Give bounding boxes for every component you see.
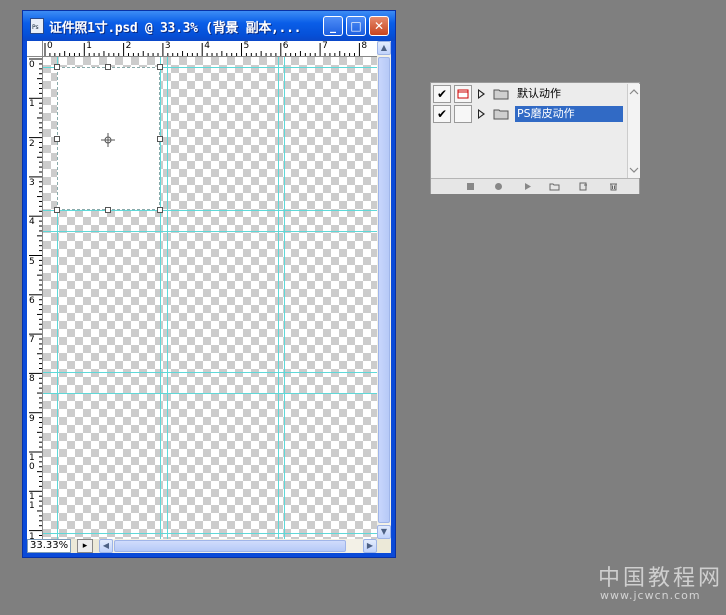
guide-vertical[interactable] [160, 57, 161, 539]
arrow-right-icon: ▶ [366, 541, 374, 550]
ruler-top[interactable]: 0 1 2 3 4 5 6 7 8 [43, 41, 377, 57]
ruler-number: 4 [204, 41, 210, 51]
ruler-number: 4 [29, 217, 35, 228]
guide-vertical[interactable] [278, 57, 279, 539]
ruler-number: 1 [86, 41, 93, 51]
guide-horizontal[interactable] [43, 372, 377, 373]
transform-handle[interactable] [157, 207, 163, 213]
panel-scrollbar[interactable] [627, 84, 640, 178]
transform-handle[interactable] [157, 64, 163, 70]
vertical-scrollbar[interactable]: ▲ ▼ [377, 41, 391, 539]
close-button[interactable]: ✕ [369, 16, 389, 36]
toggle-checkbox[interactable]: ✔ [433, 105, 451, 123]
checkmark-icon: ✔ [436, 107, 448, 121]
new-set-icon[interactable] [549, 182, 560, 191]
scroll-up-button[interactable]: ▲ [377, 41, 391, 55]
dialog-toggle[interactable] [454, 105, 472, 123]
ruler-number: 1 [29, 99, 35, 110]
ruler-number: 7 [322, 41, 328, 51]
close-icon: ✕ [373, 19, 385, 33]
zoom-input[interactable]: 33.33% [27, 539, 71, 553]
transform-handle[interactable] [54, 64, 60, 70]
scroll-right-button[interactable]: ▶ [363, 539, 377, 553]
ruler-number: 0 [47, 41, 53, 51]
arrow-left-icon: ◀ [102, 541, 110, 550]
dialog-icon [457, 89, 469, 99]
ruler-number: 8 [29, 374, 35, 385]
ruler-number: 6 [29, 295, 35, 306]
minimize-icon: _ [330, 19, 336, 33]
guide-horizontal[interactable] [43, 231, 377, 232]
action-set-label[interactable]: 默认动作 [515, 86, 563, 102]
ruler-number: 3 [29, 177, 35, 188]
transform-handle[interactable] [105, 64, 111, 70]
toggle-checkbox[interactable]: ✔ [433, 85, 451, 103]
photoshop-doc-icon[interactable]: Ps [30, 18, 44, 34]
vertical-scroll-thumb[interactable] [378, 57, 390, 523]
icon-label: Ps [32, 24, 39, 31]
record-icon[interactable] [494, 182, 503, 191]
ruler-number: 2 [29, 138, 35, 149]
scroll-down-button[interactable]: ▼ [377, 525, 391, 539]
horizontal-scroll-thumb[interactable] [114, 540, 346, 552]
arrow-up-icon: ▲ [380, 43, 388, 52]
play-icon[interactable] [523, 182, 532, 191]
document-titlebar[interactable]: Ps 证件照1寸.psd @ 33.3% (背景 副本,... _ □ ✕ [23, 11, 395, 41]
stop-icon[interactable] [466, 182, 475, 191]
document-title: 证件照1寸.psd @ 33.3% (背景 副本,... [49, 21, 302, 36]
transform-handle[interactable] [157, 136, 163, 142]
document-statusbar: 33.33% ▸ ◀ ▶ [27, 539, 391, 553]
transform-center-icon[interactable] [101, 133, 115, 147]
guide-horizontal[interactable] [43, 393, 377, 394]
ruler-number: 5 [29, 256, 35, 267]
folder-icon [493, 89, 509, 100]
scroll-left-button[interactable]: ◀ [99, 539, 113, 553]
action-set-row[interactable]: ✔ PS磨皮动作 [431, 104, 627, 124]
ruler-number: 8 [361, 41, 368, 51]
ruler-number: 5 [243, 41, 250, 51]
checkmark-icon: ✔ [436, 87, 448, 101]
canvas[interactable] [43, 57, 377, 539]
guide-horizontal[interactable] [43, 210, 377, 211]
new-action-icon[interactable] [579, 182, 588, 191]
ruler-number: 3 [164, 41, 171, 51]
guide-horizontal[interactable] [43, 533, 377, 534]
maximize-button[interactable]: □ [346, 16, 366, 36]
arrow-down-icon[interactable] [628, 164, 640, 176]
ruler-number: 9 [29, 413, 35, 424]
ruler-number: 1 0 [29, 453, 35, 472]
ruler-number: 6 [282, 41, 289, 51]
transform-handle[interactable] [105, 207, 111, 213]
transform-handle[interactable] [54, 136, 60, 142]
guide-vertical[interactable] [284, 57, 285, 539]
actions-toolbar [431, 178, 639, 194]
arrow-up-icon[interactable] [628, 86, 640, 98]
maximize-icon: □ [350, 19, 362, 33]
arrow-down-icon: ▼ [380, 527, 388, 536]
expand-triangle-icon[interactable] [478, 109, 485, 119]
watermark-logo: 中国教程网 [598, 566, 724, 591]
dialog-toggle[interactable] [454, 85, 472, 103]
ruler-number: 1 1 [29, 492, 35, 512]
action-set-label[interactable]: PS磨皮动作 [515, 106, 623, 122]
expand-triangle-icon[interactable] [478, 89, 485, 99]
watermark-url: www.jcwcn.com [600, 589, 701, 602]
ruler-number: 7 [29, 335, 35, 346]
folder-icon [493, 109, 509, 120]
action-set-row[interactable]: ✔ 默认动作 [431, 84, 627, 104]
actions-panel[interactable]: ✔ 默认动作 ✔ PS磨皮动作 [430, 82, 640, 194]
minimize-button[interactable]: _ [323, 16, 343, 36]
ruler-origin[interactable] [27, 41, 43, 57]
horizontal-scrollbar[interactable]: ◀ ▶ [99, 539, 377, 553]
guide-vertical[interactable] [167, 57, 168, 539]
transform-handle[interactable] [54, 207, 60, 213]
status-menu-icon: ▸ [82, 541, 88, 551]
ruler-number: 2 [125, 41, 132, 51]
delete-icon[interactable] [609, 182, 618, 191]
ruler-number: 0 [29, 60, 35, 70]
status-menu-button[interactable]: ▸ [77, 539, 93, 553]
ruler-left[interactable]: 01234567891 01 11 2 [27, 57, 43, 539]
document-window[interactable]: Ps 证件照1寸.psd @ 33.3% (背景 副本,... _ □ ✕ 0 1… [22, 10, 396, 558]
document-client: 0 1 2 3 4 5 6 7 8 0 1 2 3 4 5 6 7 8 9 1 0 1 1 1 2 [27, 41, 391, 553]
